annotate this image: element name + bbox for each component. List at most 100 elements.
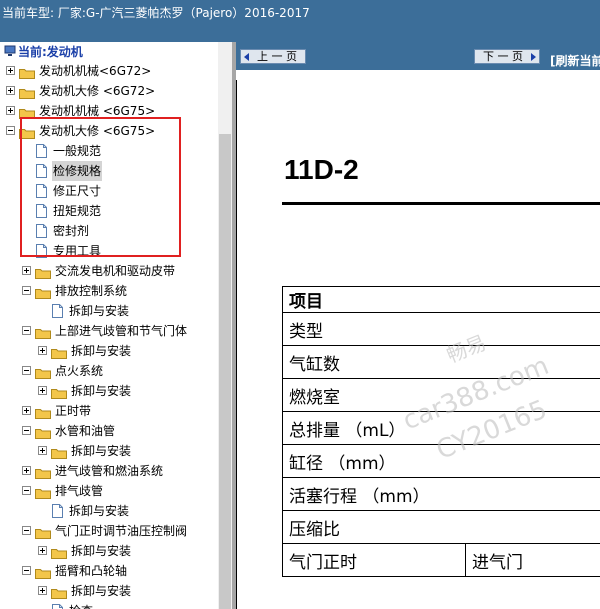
tree-item-label: 排放控制系统 (55, 284, 128, 298)
collapse-icon[interactable] (22, 426, 31, 435)
document-page: 11D-2 项目 类型 气缸数 燃烧室 总排量 （mL） 缸径 （mm） 活塞行程 （mm）… (236, 70, 600, 609)
tree-item[interactable]: 拆卸与安装 (0, 301, 218, 321)
computer-icon (4, 45, 16, 56)
folder-icon (35, 565, 51, 579)
table-cell: 总排量 （mL） (282, 411, 600, 445)
tree-item[interactable]: 交流发电机和驱动皮带 (0, 261, 218, 281)
table-row: 活塞行程 （mm） (282, 477, 600, 511)
tree-root-label: 当前:发动机 (18, 45, 83, 59)
tree-item[interactable]: 上部进气歧管和节气门体 (0, 321, 218, 341)
tree-item-label: 拆卸与安装 (71, 444, 132, 458)
folder-icon (35, 405, 51, 419)
expand-icon[interactable] (38, 546, 47, 555)
tree-root[interactable]: 当前:发动机 (4, 43, 83, 60)
folder-icon (35, 285, 51, 299)
table-row: 类型 (282, 312, 600, 346)
collapse-icon[interactable] (6, 126, 15, 135)
tree-item-label: 拆卸与安装 (71, 384, 132, 398)
folder-icon (19, 65, 35, 79)
collapse-icon[interactable] (22, 486, 31, 495)
tree-item[interactable]: 拆卸与安装 (0, 381, 218, 401)
tree-item[interactable]: 排气歧管 (0, 481, 218, 501)
expand-icon[interactable] (22, 466, 31, 475)
folder-icon (51, 585, 67, 599)
header-rule (282, 202, 600, 205)
tree-item[interactable]: 拆卸与安装 (0, 541, 218, 561)
document-icon (52, 604, 63, 609)
arrow-left-icon (244, 53, 249, 61)
title-bar: 当前车型: 厂家:G-广汽三菱帕杰罗（Pajero）2016-2017 (0, 0, 600, 42)
table-row: 压缩比 (282, 510, 600, 544)
tree-item[interactable]: 检查 (0, 601, 218, 609)
tree-item[interactable]: 拆卸与安装 (0, 501, 218, 521)
document-icon (52, 504, 63, 518)
expand-icon[interactable] (6, 66, 15, 75)
page-code: 11D-2 (284, 154, 359, 185)
table-cell: 缸径 （mm） (282, 444, 600, 478)
folder-icon (35, 425, 51, 439)
table-row: 燃烧室 (282, 378, 600, 412)
tree-item-label: 排气歧管 (55, 484, 104, 498)
refresh-current-link[interactable]: [刷新当前 (550, 52, 600, 69)
next-page-button[interactable]: 下 一 页 (474, 49, 540, 64)
expand-icon[interactable] (38, 386, 47, 395)
collapse-icon[interactable] (22, 526, 31, 535)
tree-item[interactable]: 发动机机械<6G72> (0, 61, 218, 81)
tree-item-label: 拆卸与安装 (71, 544, 132, 558)
tree-item[interactable]: 摇臂和凸轮轴 (0, 561, 218, 581)
expand-icon[interactable] (38, 346, 47, 355)
collapse-icon[interactable] (22, 326, 31, 335)
folder-icon (51, 545, 67, 559)
collapse-icon[interactable] (22, 286, 31, 295)
tree-item-label: 拆卸与安装 (71, 584, 132, 598)
tree-item-label: 拆卸与安装 (69, 504, 130, 518)
expand-icon[interactable] (22, 406, 31, 415)
collapse-icon[interactable] (22, 366, 31, 375)
arrow-right-icon (531, 53, 536, 61)
table-row: 总排量 （mL） (282, 411, 600, 445)
table-header-cell: 项目 (282, 286, 600, 313)
folder-icon (35, 365, 51, 379)
tree-item[interactable]: 拆卸与安装 (0, 581, 218, 601)
tree-item-label: 拆卸与安装 (71, 344, 132, 358)
tree-item-label: 上部进气歧管和节气门体 (55, 324, 188, 338)
tree-item-label: 摇臂和凸轮轴 (55, 564, 128, 578)
tree-item[interactable]: 拆卸与安装 (0, 441, 218, 461)
expand-icon[interactable] (38, 586, 47, 595)
scrollbar-thumb[interactable] (219, 134, 231, 609)
vehicle-title: 当前车型: 厂家:G-广汽三菱帕杰罗（Pajero）2016-2017 (2, 6, 310, 20)
tree-item[interactable]: 进气歧管和燃油系统 (0, 461, 218, 481)
folder-icon (35, 325, 51, 339)
tree-item-label: 交流发电机和驱动皮带 (55, 264, 176, 278)
folder-icon (35, 265, 51, 279)
tree-item[interactable]: 发动机大修 <6G72> (0, 81, 218, 101)
expand-icon[interactable] (6, 106, 15, 115)
tree-item[interactable]: 点火系统 (0, 361, 218, 381)
expand-icon[interactable] (6, 86, 15, 95)
expand-icon[interactable] (22, 266, 31, 275)
folder-icon (35, 525, 51, 539)
previous-page-label: 上 一 页 (257, 50, 297, 63)
tree-item[interactable]: 排放控制系统 (0, 281, 218, 301)
tree-item-label: 点火系统 (55, 364, 104, 378)
tree-item[interactable]: 正时带 (0, 401, 218, 421)
tree-item-label: 发动机机械<6G72> (39, 64, 152, 78)
tree-scrollbar[interactable] (218, 42, 232, 609)
collapse-icon[interactable] (22, 566, 31, 575)
tree-item[interactable]: 水管和油管 (0, 421, 218, 441)
table-cell: 进气门 (465, 543, 600, 577)
spec-table: 项目 类型 气缸数 燃烧室 总排量 （mL） 缸径 （mm） 活塞行程 （mm） 压缩比 气门正… (282, 286, 600, 577)
table-cell: 类型 (282, 312, 600, 346)
tree-item[interactable]: 气门正时调节油压控制阀 (0, 521, 218, 541)
table-row: 气缸数 (282, 345, 600, 379)
document-navbar: 上 一 页 下 一 页 [刷新当前 (236, 42, 600, 70)
folder-icon (51, 345, 67, 359)
tree-item-label: 水管和油管 (55, 424, 116, 438)
table-cell: 气缸数 (282, 345, 600, 379)
tree-item[interactable]: 拆卸与安装 (0, 341, 218, 361)
expand-icon[interactable] (38, 446, 47, 455)
folder-icon (19, 85, 35, 99)
folder-icon (35, 465, 51, 479)
tree-item-label: 进气歧管和燃油系统 (55, 464, 164, 478)
previous-page-button[interactable]: 上 一 页 (240, 49, 306, 64)
